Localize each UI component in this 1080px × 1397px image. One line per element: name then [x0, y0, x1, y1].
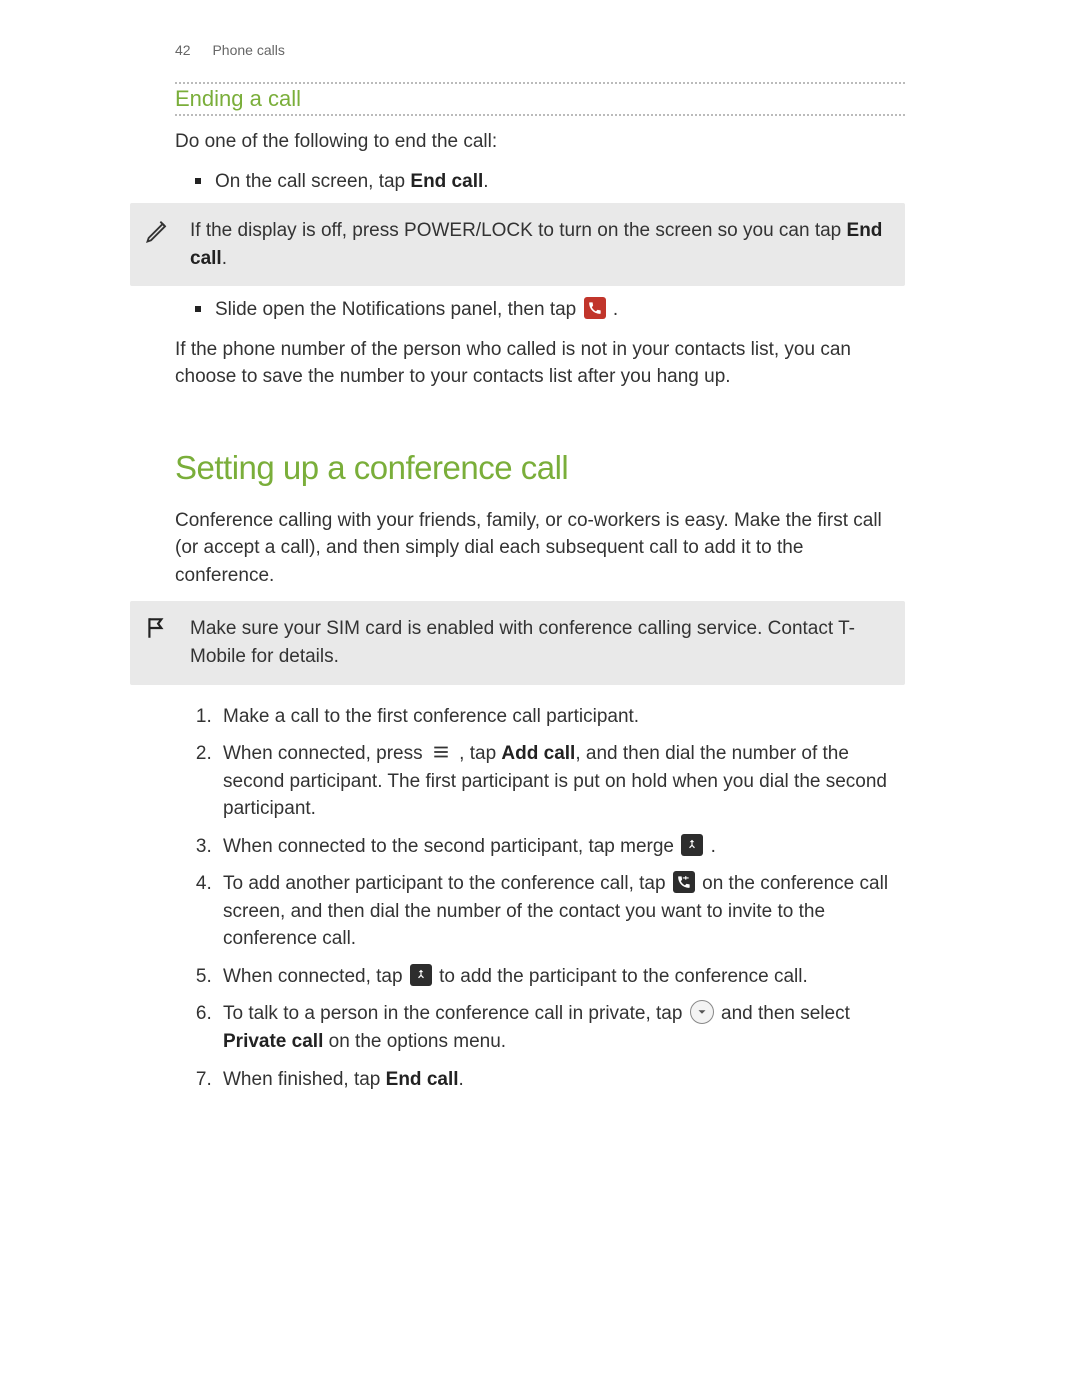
merge-icon	[410, 964, 432, 986]
step-5: When connected, tap to add the participa…	[217, 963, 905, 991]
text: .	[711, 836, 716, 857]
tip-callout: If the display is off, press POWER/LOCK …	[130, 203, 905, 286]
add-call-label: Add call	[501, 743, 575, 764]
step-6: To talk to a person in the conference ca…	[217, 1000, 905, 1055]
text: When connected, tap	[223, 966, 408, 987]
pen-icon	[144, 217, 174, 247]
page-number: 42	[175, 42, 191, 58]
step-4: To add another participant to the confer…	[217, 870, 905, 953]
divider	[175, 82, 905, 84]
step-7: When finished, tap End call.	[217, 1066, 905, 1094]
text: , tap	[459, 743, 501, 764]
divider	[175, 114, 905, 116]
text: and then select	[721, 1003, 850, 1024]
end-call-label: End call	[386, 1069, 459, 1090]
step-1: Make a call to the first conference call…	[217, 703, 905, 731]
merge-icon	[681, 834, 703, 856]
text: To talk to a person in the conference ca…	[223, 1003, 688, 1024]
ending-bullets-2: Slide open the Notifications panel, then…	[175, 296, 905, 324]
dropdown-icon	[690, 1000, 714, 1024]
text: to add the participant to the conference…	[439, 966, 808, 987]
page: 42 Phone calls Ending a call Do one of t…	[0, 0, 1080, 1397]
text: Make a call to the first conference call…	[223, 706, 639, 727]
end-call-label: End call	[410, 171, 483, 192]
text: When finished, tap	[223, 1069, 386, 1090]
tip-text-post: .	[222, 248, 227, 269]
text: On the call screen, tap	[215, 171, 410, 192]
list-item: Slide open the Notifications panel, then…	[175, 296, 905, 324]
heading-conference: Setting up a conference call	[175, 449, 905, 487]
ending-bullets: On the call screen, tap End call.	[175, 168, 905, 196]
conference-intro: Conference calling with your friends, fa…	[175, 507, 905, 590]
note-callout: Make sure your SIM card is enabled with …	[130, 601, 905, 684]
text: .	[459, 1069, 464, 1090]
hangup-icon	[584, 297, 606, 319]
menu-icon	[430, 741, 452, 763]
text: When connected, press	[223, 743, 428, 764]
add-call-icon	[673, 871, 695, 893]
ending-intro: Do one of the following to end the call:	[175, 128, 905, 156]
step-3: When connected to the second participant…	[217, 833, 905, 861]
text: When connected to the second participant…	[223, 836, 679, 857]
text: on the options menu.	[323, 1031, 506, 1052]
flag-icon	[144, 615, 174, 645]
step-2: When connected, press , tap Add call, an…	[217, 740, 905, 823]
conference-steps: Make a call to the first conference call…	[175, 703, 905, 1094]
content-column: 42 Phone calls Ending a call Do one of t…	[175, 42, 905, 1093]
private-call-label: Private call	[223, 1031, 323, 1052]
text: Slide open the Notifications panel, then…	[215, 299, 582, 320]
page-header: 42 Phone calls	[175, 42, 905, 58]
text: .	[613, 299, 618, 320]
ending-after: If the phone number of the person who ca…	[175, 336, 905, 391]
text: .	[483, 171, 488, 192]
tip-text: If the display is off, press POWER/LOCK …	[190, 220, 847, 241]
text: To add another participant to the confer…	[223, 873, 671, 894]
breadcrumb-section: Phone calls	[212, 42, 284, 58]
heading-ending-a-call: Ending a call	[175, 86, 905, 112]
note-text: Make sure your SIM card is enabled with …	[190, 618, 855, 667]
list-item: On the call screen, tap End call.	[175, 168, 905, 196]
